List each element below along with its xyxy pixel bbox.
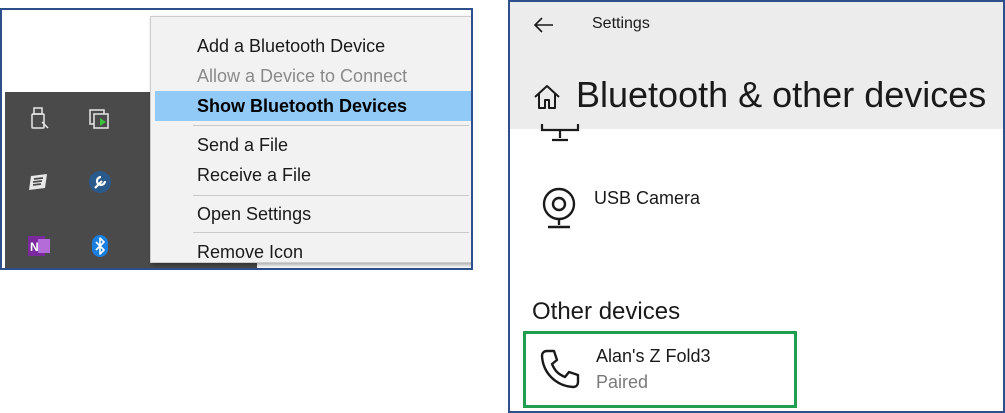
menu-separator <box>193 232 469 233</box>
menu-item-receive-file[interactable]: Receive a File <box>155 160 471 190</box>
device-status: Paired <box>596 372 649 392</box>
onenote-icon[interactable]: N <box>26 233 52 259</box>
device-row-alans-z-fold3[interactable]: Alan's Z Fold3 Paired <box>523 331 797 408</box>
menu-separator <box>193 195 469 196</box>
menu-item-send-file[interactable]: Send a File <box>155 130 471 160</box>
device-name: USB Camera <box>594 188 701 208</box>
menu-separator <box>193 125 469 126</box>
back-arrow-icon[interactable] <box>533 16 555 34</box>
window-title: Settings <box>592 15 650 32</box>
usb-drive-icon[interactable] <box>26 106 52 132</box>
menu-item-add-bluetooth-device[interactable]: Add a Bluetooth Device <box>155 31 471 61</box>
page-title: Bluetooth & other devices <box>576 74 987 115</box>
home-icon[interactable] <box>532 82 562 112</box>
monitor-icon <box>538 124 582 146</box>
menu-item-open-settings[interactable]: Open Settings <box>155 199 471 229</box>
bluetooth-icon[interactable] <box>87 233 113 259</box>
menu-item-remove-icon[interactable]: Remove Icon <box>155 237 471 267</box>
settings-header: Settings Bluetooth & other devices <box>510 2 1003 129</box>
wrench-tool-icon[interactable] <box>87 169 113 195</box>
webcam-icon <box>538 184 580 232</box>
menu-item-show-bluetooth-devices[interactable]: Show Bluetooth Devices <box>155 91 471 121</box>
settings-window: Settings Bluetooth & other devices USB C… <box>508 0 1005 413</box>
bluetooth-context-menu: Add a Bluetooth Device Allow a Device to… <box>150 16 471 263</box>
devices-play-icon[interactable] <box>87 106 113 132</box>
taskbar-context-menu-panel: N Add a Bluetooth Device Allow a Device … <box>0 8 473 270</box>
other-devices-heading: Other devices <box>532 298 681 325</box>
phone-icon <box>538 347 582 391</box>
sync-app-icon[interactable] <box>26 169 52 195</box>
device-name: Alan's Z Fold3 <box>596 346 711 366</box>
svg-text:N: N <box>30 240 39 254</box>
menu-item-allow-device-to-connect: Allow a Device to Connect <box>197 66 408 86</box>
